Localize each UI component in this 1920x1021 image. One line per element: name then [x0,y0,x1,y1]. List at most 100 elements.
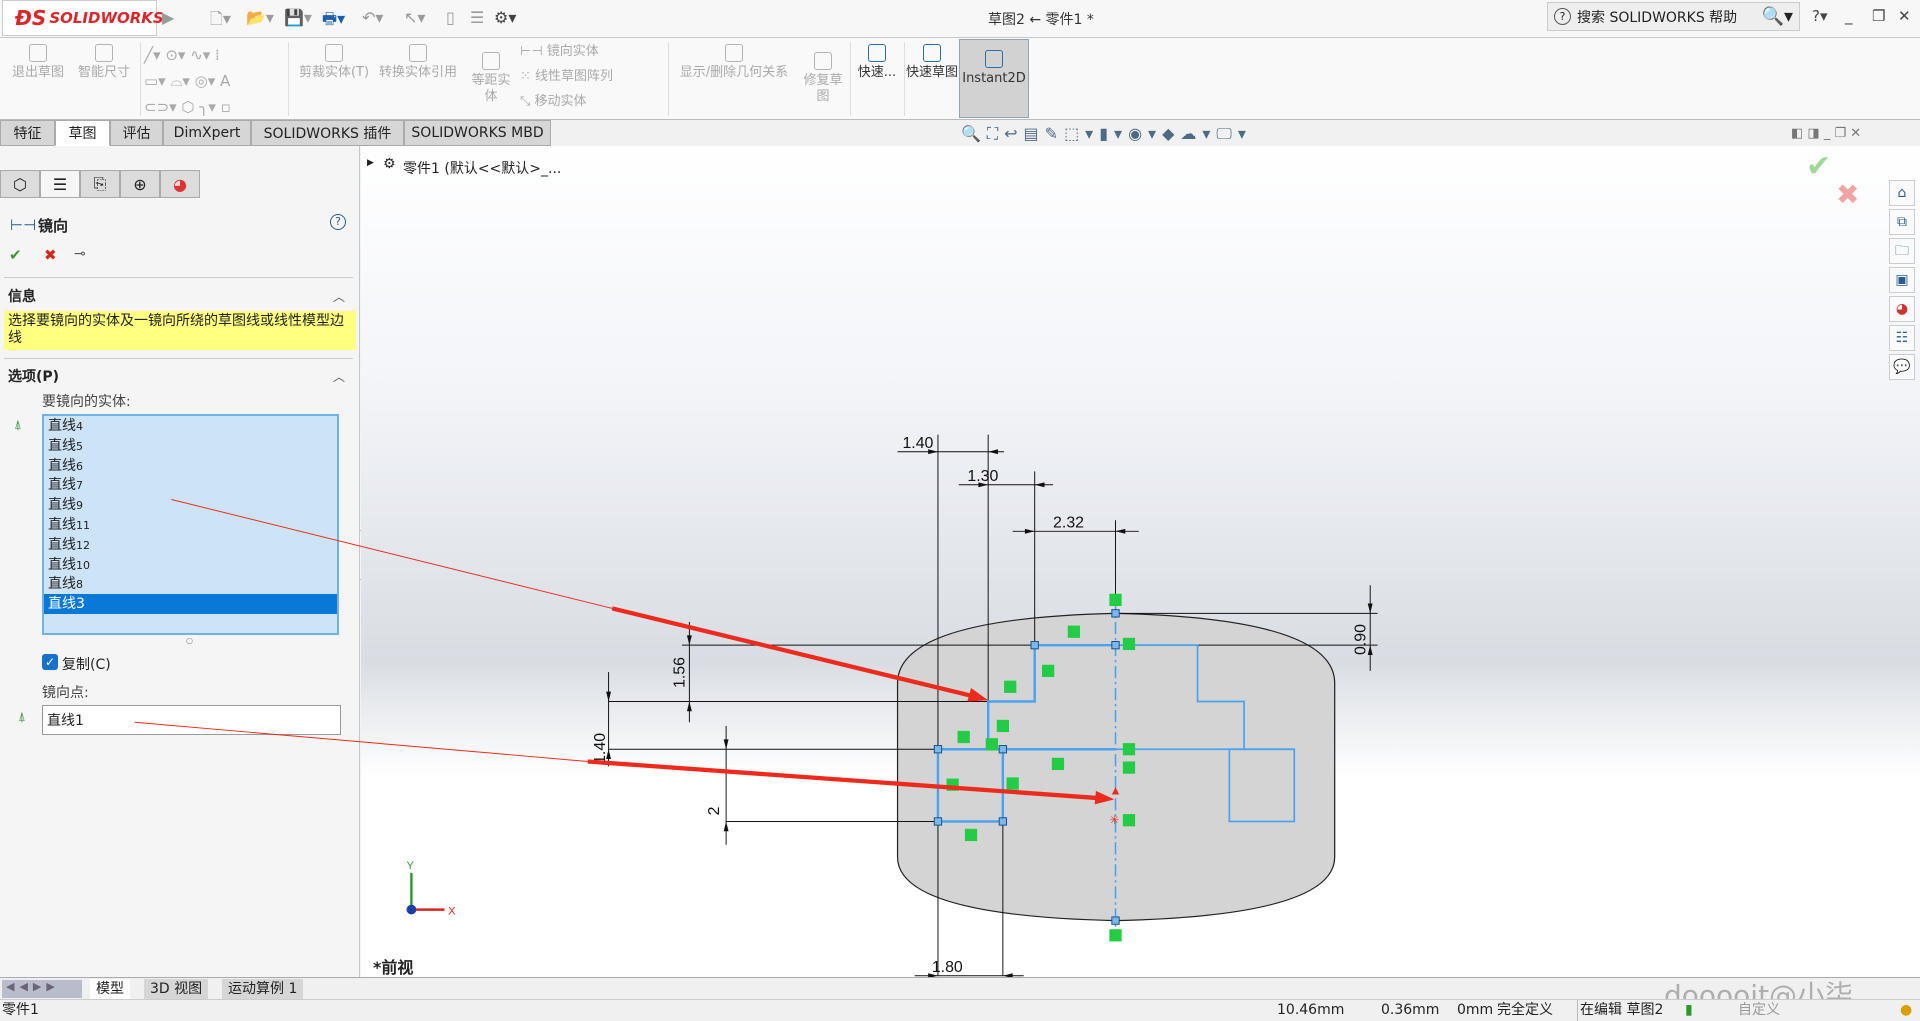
notification-icon[interactable]: ● [1900,1000,1912,1021]
hide-show-icon[interactable]: ◉▾ [1128,124,1162,143]
entity-list-item[interactable]: 直线9 [44,495,337,515]
design-library-icon[interactable]: ⧉ [1889,209,1915,235]
entities-to-mirror-list[interactable]: 直线4 直线5 直线6 直线7 直线9 直线11 直线12 直线10 直线8 直线3 [42,414,339,635]
mirror-about-input[interactable]: 直线1 [42,705,341,735]
help-search-input[interactable]: ? 搜索 SOLIDWORKS 帮助 🔍▾ [1547,2,1800,31]
rapid-sketch-button[interactable]: 快速草图 [906,44,958,81]
mirror-entities-button[interactable]: ⊢⊣ 镜向实体 [520,44,660,60]
viewport-window-controls[interactable]: ◧ ◨ _ ❐ ✕ [1791,126,1861,141]
display-relations-button[interactable]: 显示/删除几何关系 [672,44,796,81]
help-icon[interactable]: ? [330,214,346,230]
resize-handle[interactable]: ○ [186,636,193,645]
property-manager-tab[interactable]: ☰ [40,170,80,198]
zoom-to-fit-icon[interactable]: 🔍 [961,124,987,143]
options-gear-icon[interactable]: ⚙▾ [494,8,516,27]
selected-entity-list-item[interactable]: 直线3 [44,594,337,614]
dynamic-annotation-icon[interactable]: ✎ [1045,124,1064,143]
display-style-icon[interactable]: ▮▾ [1099,124,1128,143]
color-wheel-icon: ◕ [173,174,187,194]
tab-3d-views[interactable]: 3D 视图 [144,979,209,999]
entity-list-item[interactable]: 直线6 [44,456,337,476]
tab-mbd[interactable]: SOLIDWORKS MBD [404,120,551,146]
tab-model[interactable]: 模型 [90,979,130,999]
file-properties-icon[interactable]: ☰ [470,8,484,27]
offset-entities-button[interactable]: 等距实体 [466,52,516,105]
print-icon[interactable]: 🖶▾ [322,8,345,35]
save-icon[interactable]: 💾▾ [284,8,312,27]
tab-sketch[interactable]: 草图 [55,120,110,146]
custom-properties-icon[interactable]: ☷ [1889,325,1915,351]
view-palette-icon[interactable]: ▣ [1889,267,1915,293]
edit-appearance-icon[interactable]: ◆ [1162,124,1180,143]
feature-tree-root[interactable]: 零件1 (默认<<默认>_... [403,158,561,178]
expand-menu-icon[interactable]: ▶ [162,8,174,27]
quick-snaps-button[interactable]: 快速... [854,44,900,81]
convert-entities-button[interactable]: 转换实体引用 [374,44,462,81]
restore-button[interactable]: ❐ [1872,7,1885,25]
tab-features[interactable]: 特征 [0,120,55,146]
file-explorer-icon[interactable]: 🗀 [1889,238,1915,264]
appearances-icon[interactable]: ◕ [1889,296,1915,322]
view-settings-icon[interactable]: 🖵▾ [1216,124,1251,143]
tab-dimxpert[interactable]: DimXpert [163,120,251,146]
smart-dimension-button[interactable]: 智能尺寸 [72,44,136,81]
confirm-cancel-icon[interactable]: ✖ [1836,178,1859,211]
close-button[interactable]: ✕ [1898,7,1911,25]
tree-expand-icon[interactable]: ▶ [367,158,374,168]
section-view-icon[interactable]: ▤ [1024,124,1045,143]
copy-checkbox[interactable]: ✓ [42,654,58,670]
window-title: 草图2 ← 零件1 * [988,12,1094,28]
confirm-ok-icon[interactable]: ✔ [1806,149,1831,184]
appearance-tab[interactable]: ◕ [160,170,200,198]
scene-icon[interactable]: ☁▾ [1180,124,1216,143]
entity-list-item[interactable]: 直线4 [44,416,337,436]
entity-list-item[interactable]: 直线10 [44,555,337,575]
repair-sketch-button[interactable]: 修复草图 [798,52,848,105]
search-icon[interactable]: 🔍▾ [1762,6,1799,27]
entity-list-item[interactable]: 直线7 [44,475,337,495]
new-file-icon[interactable]: 🗋▾ [210,8,231,35]
view-orientation-icon[interactable]: ⬚▾ [1064,124,1099,143]
zoom-area-icon[interactable]: ⛶ [987,124,1004,143]
info-header[interactable]: 信息 [8,286,36,306]
cancel-button[interactable]: ✖ [44,246,57,264]
help-menu-button[interactable]: ?▾ [1812,7,1828,25]
undo-icon[interactable]: ↶▾ [362,8,383,27]
open-file-icon[interactable]: 📂▾ [246,8,274,27]
ok-button[interactable]: ✔ [9,246,22,264]
minimize-button[interactable]: _ [1845,7,1853,25]
collapse-caret-icon[interactable]: ︿ [333,288,345,305]
search-placeholder: 搜索 SOLIDWORKS 帮助 [1577,9,1738,26]
tab-scroll-arrows[interactable]: ◀◀▶▶ [2,980,82,998]
status-bar: 零件1 10.46mm 0.36mm 0mm 完全定义 在编辑 草图2 ▮ 自定… [0,999,1920,1021]
entity-list-item[interactable]: 直线5 [44,436,337,456]
tab-motion-study[interactable]: 运动算例 1 [222,979,304,999]
options-header[interactable]: 选项(P) [8,366,59,386]
home-icon[interactable]: ⌂ [1889,180,1915,206]
status-sketch-state: 完全定义 [1497,1002,1553,1018]
instant2d-button[interactable]: Instant2D [959,39,1029,118]
sketch-tools-grid[interactable]: ╱▾ ⊙▾ ∿▾ ⁞ ▭▾ ⌓▾ ◎▾ A ⊂⊃▾ ⬡ ╮▾ ▫ [144,42,284,120]
previous-view-icon[interactable]: ↩ [1004,124,1023,143]
linear-pattern-button[interactable]: ⁙ 线性草图阵列 [520,69,660,85]
dimxpert-tab[interactable]: ⊕ [120,170,160,198]
rebuild-icon[interactable]: ▯ [446,8,455,27]
solidworks-logo[interactable]: ƉS SOLIDWORKS [2,0,164,36]
select-icon[interactable]: ↖▾ [404,8,425,27]
entity-list-item[interactable]: 直线8 [44,574,337,594]
trim-entities-button[interactable]: 剪裁实体(T) [294,44,374,81]
status-units-custom[interactable]: 自定义 [1738,1000,1780,1021]
feature-tree-tab[interactable]: ⬡ [0,170,40,198]
entity-list-item[interactable]: 直线11 [44,515,337,535]
pin-button[interactable]: ⊸ [74,246,86,262]
instant2d-label: Instant2D [962,71,1026,86]
tab-addins[interactable]: SOLIDWORKS 插件 [251,120,404,146]
collapse-caret-icon[interactable]: ︿ [333,368,345,385]
forum-icon[interactable]: 💬 [1889,354,1915,380]
configuration-tab[interactable]: ⎘ [80,170,120,198]
tab-evaluate[interactable]: 评估 [110,120,163,146]
entity-list-item[interactable]: 直线12 [44,535,337,555]
graphics-area[interactable]: ▶ ⚙ 零件1 (默认<<默认>_... 🔍⛶↩▤✎⬚▾▮▾◉▾◆☁▾🖵▾ ◧ … [361,124,1920,977]
exit-sketch-button[interactable]: 退出草图 [8,44,68,81]
move-entities-button[interactable]: ⤡ 移动实体 [520,94,660,110]
